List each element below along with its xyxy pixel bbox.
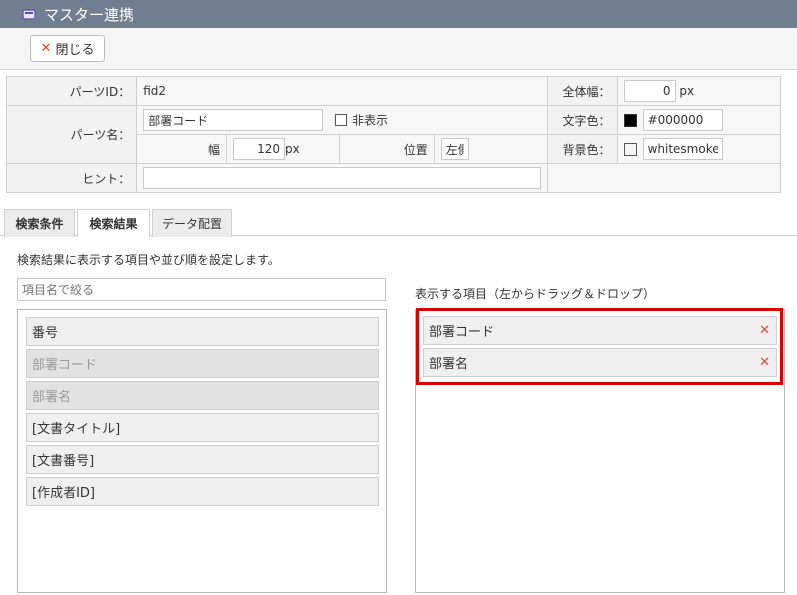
parts-name-label: パーツ名： <box>5 105 138 164</box>
width-cell: px <box>226 134 341 164</box>
parts-properties-table: パーツID： fid2 全体幅： px パーツ名： 非表示 文字色： 幅 px … <box>5 76 782 193</box>
text-color-label: 文字色： <box>547 105 618 135</box>
window-app-icon <box>22 9 36 20</box>
width-input[interactable] <box>233 138 286 160</box>
selected-item-dept-name[interactable]: 部署名 ✕ <box>423 348 777 377</box>
parts-id-value: fid2 <box>136 76 549 106</box>
total-width-cell: px <box>616 76 782 106</box>
remove-icon[interactable]: ✕ <box>759 355 770 370</box>
text-color-input[interactable] <box>642 109 723 131</box>
available-item-doc-number[interactable]: [文書番号] <box>26 445 379 474</box>
item-filter-input[interactable] <box>17 278 386 301</box>
tab-search-results[interactable]: 検索結果 <box>77 209 150 237</box>
selected-items-title: 表示する項目（左からドラッグ＆ドロップ） <box>415 287 656 301</box>
position-label: 位置 <box>339 134 435 164</box>
available-item-author-id[interactable]: [作成者ID] <box>26 477 379 506</box>
total-width-unit: px <box>679 84 695 98</box>
text-color-swatch[interactable] <box>623 114 637 127</box>
position-select[interactable] <box>440 138 469 160</box>
available-item-dept-code: 部署コード <box>26 349 379 378</box>
hint-input[interactable] <box>143 167 542 189</box>
total-width-label: 全体幅： <box>547 76 618 106</box>
bg-color-swatch[interactable] <box>623 143 637 156</box>
selected-item-label: 部署名 <box>429 357 469 372</box>
hide-checkbox[interactable] <box>335 113 348 126</box>
hint-empty-cell <box>547 163 781 193</box>
description-text: 検索結果に表示する項目や並び順を設定します。 <box>17 253 280 267</box>
available-item-dept-name: 部署名 <box>26 381 379 410</box>
parts-name-input[interactable] <box>143 109 324 131</box>
hint-cell <box>136 163 549 193</box>
available-item-number[interactable]: 番号 <box>26 317 379 346</box>
width-label: 幅 <box>136 134 228 164</box>
position-cell <box>433 134 549 164</box>
toolbar: ✕ 閉じる <box>0 28 797 70</box>
tab-data-placement[interactable]: データ配置 <box>152 209 232 237</box>
total-width-input[interactable] <box>623 80 676 102</box>
close-button[interactable]: ✕ 閉じる <box>30 35 105 62</box>
text-color-cell <box>616 105 782 135</box>
available-item-doc-title[interactable]: [文書タイトル] <box>26 413 379 442</box>
hide-label: 非表示 <box>352 113 389 128</box>
selected-item-dept-code[interactable]: 部署コード ✕ <box>423 316 777 345</box>
parts-name-cell: 非表示 <box>136 105 549 135</box>
close-button-label: 閉じる <box>55 43 95 58</box>
bg-color-label: 背景色： <box>547 134 618 164</box>
remove-icon[interactable]: ✕ <box>759 323 770 338</box>
tab-bar: 検索条件 検索結果 データ配置 <box>0 209 797 237</box>
hint-label: ヒント： <box>5 163 138 193</box>
width-unit: px <box>285 142 300 156</box>
bg-color-input[interactable] <box>642 138 723 160</box>
selected-item-label: 部署コード <box>429 325 495 340</box>
window-title: マスター連携 <box>44 5 135 24</box>
parts-id-label: パーツID： <box>5 76 138 106</box>
bg-color-cell <box>616 134 782 164</box>
tab-search-conditions[interactable]: 検索条件 <box>4 209 75 237</box>
available-items-list: 番号 部署コード 部署名 [文書タイトル] [文書番号] [作成者ID] <box>17 309 387 593</box>
close-icon: ✕ <box>40 41 52 56</box>
title-bar: マスター連携 <box>0 0 797 28</box>
